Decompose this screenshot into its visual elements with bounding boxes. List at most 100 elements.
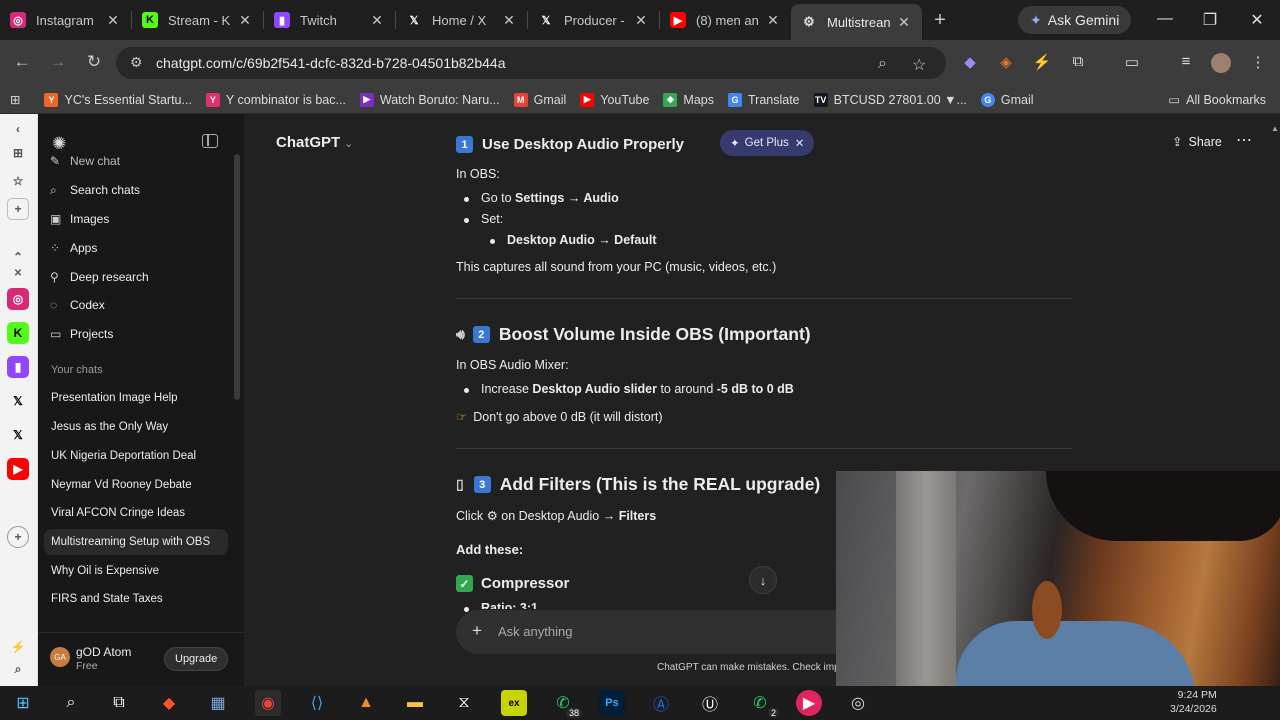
extension-icon[interactable]: ◆ bbox=[960, 53, 980, 73]
attach-plus-icon[interactable]: + bbox=[472, 621, 482, 641]
tab-x-home[interactable]: 𝕏 Home / X ✕ bbox=[396, 0, 527, 40]
ask-gemini-button[interactable]: ✦ Ask Gemini bbox=[1018, 6, 1132, 34]
app-store-icon[interactable]: Ⓐ bbox=[648, 690, 674, 716]
new-tab-button[interactable]: + bbox=[922, 9, 958, 32]
chat-item-active[interactable]: Multistreaming Setup with OBS bbox=[44, 529, 228, 555]
tab-search-icon[interactable]: ▭ bbox=[1122, 53, 1142, 73]
add-icon[interactable]: + bbox=[7, 198, 29, 220]
bookmark-item[interactable]: TV BTCUSD 27801.00 ▼... bbox=[813, 92, 967, 107]
sidebar-item-projects[interactable]: ▭ Projects bbox=[50, 321, 230, 347]
sidebar-item-apps[interactable]: ⁘ Apps bbox=[50, 235, 230, 261]
add-icon[interactable]: + bbox=[7, 526, 29, 548]
close-icon[interactable]: ✕ bbox=[105, 12, 121, 29]
bookmark-item[interactable]: G Translate bbox=[727, 92, 800, 107]
star-icon[interactable]: ☆ bbox=[7, 170, 29, 192]
close-icon[interactable]: ✕ bbox=[501, 12, 517, 29]
upgrade-button[interactable]: Upgrade bbox=[164, 647, 229, 671]
chat-item[interactable]: Neymar Vd Rooney Debate bbox=[51, 472, 229, 498]
user-menu[interactable]: GA gOD Atom Free Upgrade bbox=[38, 632, 244, 686]
close-icon[interactable]: ✕ bbox=[765, 12, 781, 29]
virtualbox-icon[interactable]: ▦ bbox=[205, 690, 231, 716]
chat-item[interactable]: Viral AFCON Cringe Ideas bbox=[51, 500, 229, 526]
site-settings-icon[interactable]: ⚙ bbox=[130, 54, 143, 71]
bookmark-item[interactable]: ▶ YouTube bbox=[580, 92, 649, 107]
profile-avatar[interactable] bbox=[1211, 53, 1231, 73]
file-explorer-icon[interactable]: ▬ bbox=[402, 690, 428, 716]
sidebar-item-search[interactable]: ⌕ Search chats bbox=[50, 177, 230, 203]
tab-x-producer[interactable]: 𝕏 Producer - ✕ bbox=[528, 0, 659, 40]
bookmark-item[interactable]: ▶ Watch Boruto: Naru... bbox=[359, 92, 500, 107]
obs-icon[interactable]: ◎ bbox=[845, 690, 871, 716]
instagram-icon[interactable]: ◎ bbox=[7, 288, 29, 310]
whatsapp-icon[interactable]: ✆ 38 bbox=[550, 690, 582, 718]
share-button[interactable]: ⇪ Share bbox=[1172, 134, 1222, 149]
system-clock[interactable]: 9:24 PM 3/24/2026 bbox=[1170, 688, 1217, 716]
chat-item[interactable]: UK Nigeria Deportation Deal bbox=[51, 443, 229, 469]
minimize-icon[interactable]: — bbox=[1153, 10, 1177, 28]
vlc-icon[interactable]: ▲ bbox=[353, 690, 379, 716]
close-icon[interactable]: ✕ bbox=[237, 12, 253, 29]
zoom-icon[interactable]: ⌕ bbox=[878, 55, 887, 73]
bookmark-item[interactable]: Y YC's Essential Startu... bbox=[44, 92, 192, 107]
bookmark-star-icon[interactable]: ☆ bbox=[912, 55, 926, 75]
kick-icon[interactable]: K bbox=[7, 322, 29, 344]
restore-icon[interactable]: ❐ bbox=[1198, 10, 1222, 30]
reload-icon[interactable]: ↻ bbox=[83, 52, 105, 72]
search-icon[interactable]: ⌕ bbox=[58, 690, 84, 716]
heartbeat-icon[interactable]: ⚡ bbox=[7, 636, 29, 658]
whatsapp-icon[interactable]: ✆ 2 bbox=[747, 690, 779, 718]
extensions-puzzle-icon[interactable]: ⧉ bbox=[1068, 53, 1088, 73]
model-selector[interactable]: ChatGPT ⌄ bbox=[276, 134, 353, 151]
capcut-icon[interactable]: ⧖ bbox=[451, 690, 477, 716]
task-view-icon[interactable]: ⧉ bbox=[106, 690, 132, 716]
scroll-down-button[interactable]: ↓ bbox=[749, 566, 777, 594]
sidebar-toggle-icon[interactable] bbox=[202, 134, 218, 148]
chevron-left-icon[interactable]: ‹ bbox=[7, 118, 29, 140]
windows-start-icon[interactable]: ⊞ bbox=[10, 690, 36, 716]
bookmark-item[interactable]: G Gmail bbox=[980, 92, 1034, 107]
forward-icon[interactable]: → bbox=[47, 52, 69, 72]
x-icon[interactable]: 𝕏 bbox=[7, 424, 29, 446]
unreal-engine-icon[interactable]: Ⓤ bbox=[697, 690, 723, 716]
bookmark-item[interactable]: ◆ Maps bbox=[663, 92, 714, 107]
grid-icon[interactable]: ⊞ bbox=[7, 142, 29, 164]
chrome-icon[interactable]: ◉ bbox=[255, 690, 281, 716]
bookmark-item[interactable]: YY combinator is bac... bbox=[205, 92, 346, 107]
chat-item[interactable]: Presentation Image Help bbox=[51, 385, 229, 411]
chat-item[interactable]: FIRS and State Taxes bbox=[51, 586, 229, 612]
bookmark-item[interactable]: M Gmail bbox=[513, 92, 566, 107]
metamask-icon[interactable]: ◈ bbox=[996, 53, 1016, 73]
tab-twitch[interactable]: ▮ Twitch ✕ bbox=[264, 0, 395, 40]
x-icon[interactable]: 𝕏 bbox=[7, 390, 29, 412]
scroll-up-arrow-icon[interactable]: ▲ bbox=[1271, 124, 1279, 133]
youtube-icon[interactable]: ▶ bbox=[7, 458, 29, 480]
close-icon[interactable]: ✕ bbox=[896, 14, 912, 31]
sidebar-item-deep-research[interactable]: ⚲ Deep research bbox=[50, 264, 230, 290]
all-bookmarks-button[interactable]: ▭ All Bookmarks bbox=[1168, 92, 1266, 108]
bolt-icon[interactable]: ⚡ bbox=[1032, 53, 1052, 73]
menu-icon[interactable]: ⋮ bbox=[1248, 53, 1268, 73]
sidebar-item-codex[interactable]: ◌ Codex bbox=[50, 292, 230, 318]
address-bar[interactable]: ⚙ chatgpt.com/c/69b2f541-dcfc-832d-b728-… bbox=[116, 47, 946, 79]
tab-youtube[interactable]: ▶ (8) men anc ✕ bbox=[660, 0, 791, 40]
chat-input[interactable]: Ask anything bbox=[498, 624, 572, 639]
close-icon[interactable]: ✕ bbox=[7, 262, 29, 284]
tab-kick[interactable]: K Stream - Ki ✕ bbox=[132, 0, 263, 40]
more-options-icon[interactable]: ⋯ bbox=[1236, 130, 1252, 150]
brave-icon[interactable]: ◆ bbox=[156, 690, 182, 716]
tab-chatgpt[interactable]: ⚙ Multistrean ✕ bbox=[791, 4, 922, 40]
twitch-icon[interactable]: ▮ bbox=[7, 356, 29, 378]
chat-item[interactable]: Jesus as the Only Way bbox=[51, 414, 229, 440]
vscode-icon[interactable]: ⟨⟩ bbox=[304, 690, 330, 716]
close-icon[interactable]: ✕ bbox=[633, 12, 649, 29]
back-icon[interactable]: ← bbox=[11, 52, 33, 72]
close-icon[interactable]: ✕ bbox=[369, 12, 385, 29]
sidebar-scrollbar[interactable] bbox=[234, 154, 240, 400]
close-window-icon[interactable]: ✕ bbox=[1245, 10, 1269, 30]
photoshop-icon[interactable]: Ps bbox=[599, 690, 625, 716]
media-control-icon[interactable]: ≡ bbox=[1176, 53, 1196, 73]
sidebar-item-new-chat[interactable]: ✎ New chat bbox=[50, 148, 230, 174]
media-player-icon[interactable]: ▶ bbox=[796, 690, 822, 716]
chat-item[interactable]: Why Oil is Expensive bbox=[51, 558, 229, 584]
exness-icon[interactable]: ex bbox=[501, 690, 527, 716]
